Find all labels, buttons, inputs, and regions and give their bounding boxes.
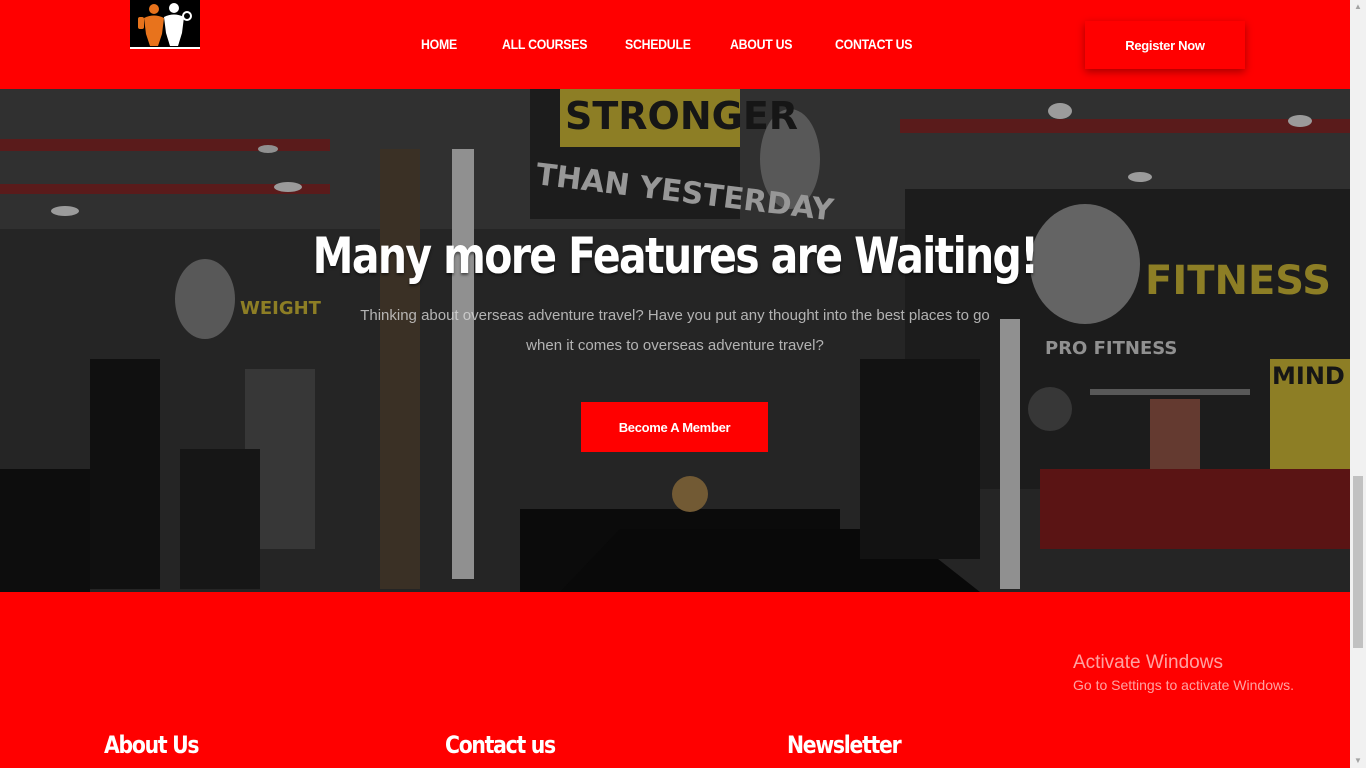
activate-windows-watermark: Activate Windows Go to Settings to activ… [1073,652,1294,693]
nav-about-us[interactable]: ABOUT US [730,36,792,52]
nav-all-courses[interactable]: ALL COURSES [502,36,587,52]
hero-section: STRONGER THAN YESTERDAY FITNESS PRO FITN… [0,89,1350,592]
footer-newsletter-heading: Newsletter [787,731,902,759]
nav-contact-us[interactable]: CONTACT US [835,36,912,52]
footer-contact-heading: Contact us [445,731,556,759]
scrollbar-thumb[interactable] [1353,476,1363,648]
scroll-up-arrow-icon[interactable]: ▲ [1350,0,1366,14]
scroll-down-arrow-icon[interactable]: ▼ [1350,754,1366,768]
nav-schedule[interactable]: SCHEDULE [625,36,691,52]
hero-title: Many more Features are Waiting! [312,227,1039,285]
gym-logo-icon[interactable] [130,0,200,49]
nav-home[interactable]: HOME [421,36,457,52]
footer-about-heading: About Us [104,731,200,759]
site-header: HOME ALL COURSES SCHEDULE ABOUT US CONTA… [0,0,1350,89]
page-scrollbar[interactable]: ▲ ▼ [1350,0,1366,768]
hero-subtitle: Thinking about overseas adventure travel… [360,307,990,354]
become-member-button[interactable]: Become A Member [581,402,768,452]
watermark-subtitle: Go to Settings to activate Windows. [1073,677,1294,693]
register-now-button[interactable]: Register Now [1085,21,1245,69]
watermark-title: Activate Windows [1073,652,1223,673]
